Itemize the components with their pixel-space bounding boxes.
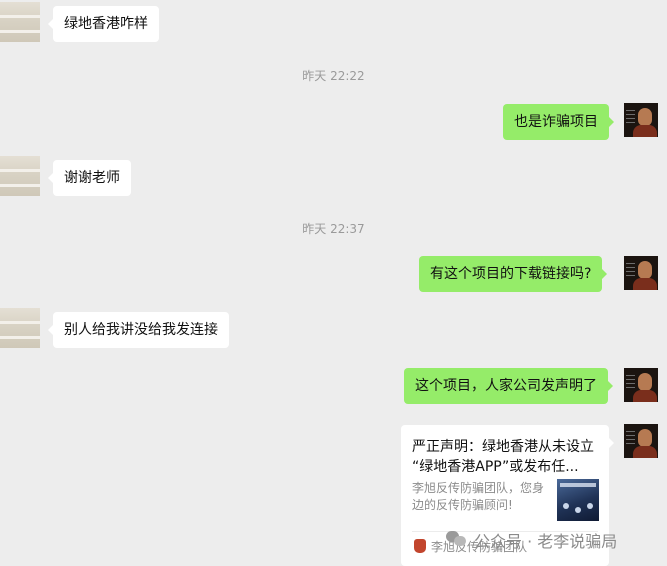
self-avatar[interactable] [624, 103, 658, 137]
outgoing-message-bubble[interactable]: 有这个项目的下载链接吗? [419, 256, 608, 292]
incoming-message-bubble[interactable]: 谢谢老师 [48, 160, 131, 196]
timestamp: 昨天 22:22 [302, 69, 365, 83]
wechat-icon [446, 531, 466, 547]
self-avatar[interactable] [624, 256, 658, 290]
card-thumbnail [557, 479, 599, 521]
self-avatar[interactable] [624, 368, 658, 402]
timestamp: 昨天 22:37 [302, 222, 365, 236]
outgoing-message-bubble[interactable]: 也是诈骗项目 [503, 104, 614, 140]
contact-avatar[interactable] [0, 156, 40, 196]
card-title-line-2: “绿地香港APP”或发布任... [412, 459, 579, 475]
incoming-message-bubble[interactable]: 别人给我讲没给我发连接 [48, 312, 229, 348]
incoming-message-bubble[interactable]: 绿地香港咋样 [48, 6, 159, 42]
card-description: 李旭反传防骗团队，您身边的反传防骗顾问! [412, 481, 545, 512]
card-title-line-1: 严正声明：绿地香港从未设立 [412, 439, 594, 455]
account-logo-icon [414, 539, 426, 553]
watermark-text: 公众号 · 老李说骗局 [474, 532, 618, 551]
outgoing-message-bubble[interactable]: 这个项目，人家公司发声明了 [404, 368, 613, 404]
card-title: 严正声明：绿地香港从未设立 “绿地香港APP”或发布任... [412, 437, 600, 477]
self-avatar[interactable] [624, 424, 658, 458]
contact-avatar[interactable] [0, 2, 40, 42]
contact-avatar[interactable] [0, 308, 40, 348]
